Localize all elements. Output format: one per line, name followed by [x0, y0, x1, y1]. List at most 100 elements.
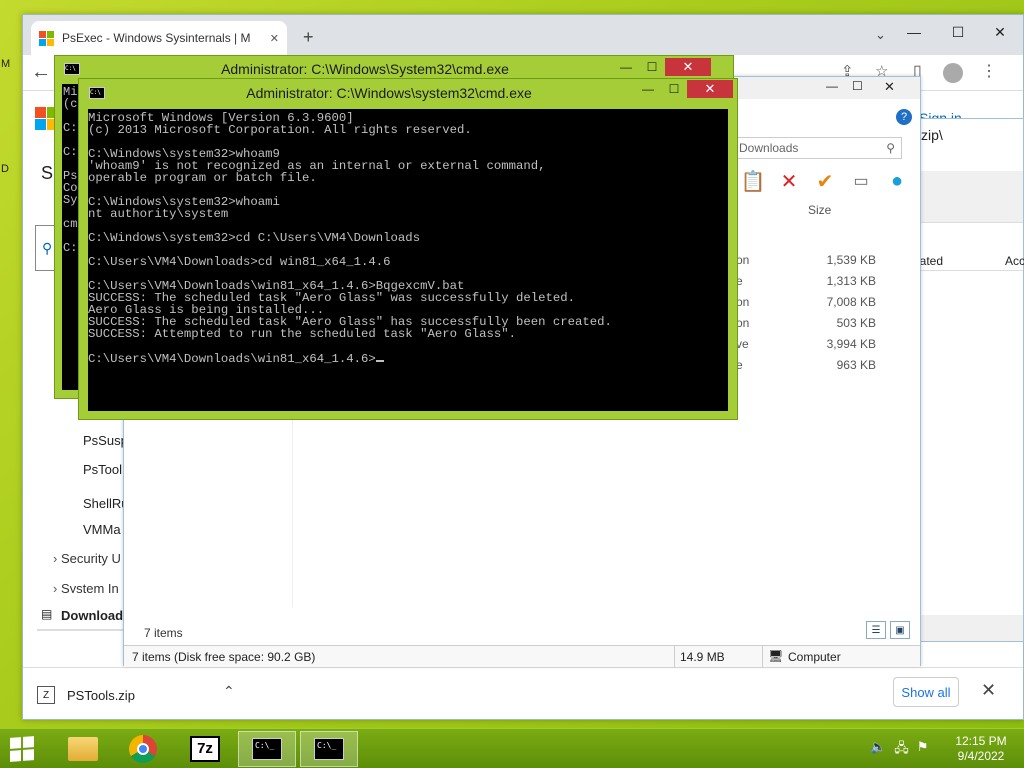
file-row[interactable]: on 7,008 KB: [736, 295, 876, 315]
taskbar-cmd-2[interactable]: C:\_: [300, 731, 358, 767]
column-date-accessed[interactable]: Acc: [1005, 254, 1024, 268]
network-icon[interactable]: 🖧: [894, 739, 909, 761]
action-center-icon[interactable]: ⚑: [917, 739, 929, 761]
file-row[interactable]: e 963 KB: [736, 358, 876, 378]
new-tab-button[interactable]: +: [303, 27, 314, 48]
toc-item-security-utilities[interactable]: › Security U: [53, 551, 121, 566]
show-all-button[interactable]: Show all: [893, 677, 959, 707]
large-icons-view-icon[interactable]: ▣: [890, 621, 910, 639]
taskbar-chrome[interactable]: [114, 731, 172, 767]
search-icon: ⚲: [886, 141, 895, 155]
clock[interactable]: 12:15 PM 9/4/2022: [945, 734, 1017, 764]
toc-item-vmmap[interactable]: VMMa: [83, 522, 121, 537]
maximize-button[interactable]: ☐: [639, 58, 665, 76]
taskbar: 7z C:\_ C:\_ 🔈 🖧 ⚑ 12:15 PM 9/4/2022: [0, 728, 1024, 768]
desktop-edge-d: D: [1, 163, 9, 175]
status-size: 14.9 MB: [680, 650, 725, 664]
file-size: 1,539 KB: [826, 253, 876, 267]
file-size: 503 KB: [836, 316, 876, 330]
toc-item-pstools[interactable]: PsTool: [83, 462, 122, 477]
cmd-icon: C:\: [64, 63, 80, 75]
clock-time: 12:15 PM: [955, 734, 1007, 748]
status-divider: [674, 646, 675, 668]
search-placeholder: h Downloads: [729, 141, 799, 155]
cmd-window-active[interactable]: C:\ Administrator: C:\Windows\system32\c…: [78, 78, 738, 420]
minimize-button[interactable]: —: [635, 80, 661, 98]
file-row[interactable]: on 1,539 KB: [736, 253, 876, 273]
chevron-right-icon: ›: [53, 581, 58, 593]
chrome-minimize-button[interactable]: —: [891, 15, 937, 49]
computer-icon: 🖥: [768, 649, 784, 663]
status-bar: [909, 615, 1023, 641]
checkmark-icon[interactable]: ✔: [811, 167, 839, 195]
toc-item-pssuspend[interactable]: PsSusp: [83, 433, 128, 448]
chrome-tab-bar: PsExec - Windows Sysinternals | M ✕ + ⌄ …: [23, 15, 1023, 55]
cmd-icon: C:\_: [314, 738, 344, 760]
browser-tab[interactable]: PsExec - Windows Sysinternals | M ✕: [31, 21, 287, 55]
close-button[interactable]: ✕: [687, 80, 733, 98]
tab-close-icon[interactable]: ✕: [270, 32, 279, 45]
taskbar-cmd-1[interactable]: C:\_: [238, 731, 296, 767]
minimize-button[interactable]: —: [826, 79, 838, 93]
toc-item-label: Security U: [60, 551, 121, 566]
details-view-icon[interactable]: ☰: [866, 621, 886, 639]
download-shelf: Z PSTools.zip ⌃ Show all ✕: [23, 667, 1023, 719]
file-row[interactable]: on 503 KB: [736, 316, 876, 336]
toc-item-shellrunas[interactable]: ShellRu: [83, 496, 129, 511]
file-size: 1,313 KB: [826, 274, 876, 288]
console-text: Microsoft Windows [Version 6.3.9600] (c)…: [88, 111, 612, 366]
file-row[interactable]: ve 3,994 KB: [736, 337, 876, 357]
ribbon-area: [909, 171, 1023, 223]
close-download-shelf-icon[interactable]: ✕: [981, 680, 996, 701]
chevron-up-icon[interactable]: ⌃: [223, 683, 235, 700]
download-filename: PSTools.zip: [67, 687, 135, 703]
status-divider: [762, 646, 763, 668]
status-location: Computer: [788, 650, 841, 664]
start-button-windows-icon[interactable]: [10, 736, 34, 762]
profile-avatar[interactable]: [943, 63, 963, 83]
cmd-console[interactable]: Microsoft Windows [Version 6.3.9600] (c)…: [88, 109, 728, 411]
status-items: 7 items (Disk free space: 90.2 GB): [132, 650, 316, 664]
help-icon[interactable]: ?: [896, 109, 912, 125]
chrome-close-button[interactable]: ✕: [977, 15, 1023, 49]
taskbar-7zip[interactable]: 7z: [176, 731, 234, 767]
system-tray: 🔈 🖧 ⚑: [870, 739, 928, 761]
search-input[interactable]: h Downloads ⚲: [724, 137, 902, 159]
cmd-icon: C:\_: [252, 738, 282, 760]
volume-muted-icon[interactable]: 🔈: [870, 739, 886, 761]
delete-icon[interactable]: ✕: [775, 167, 803, 195]
tab-search-icon[interactable]: ⌄: [875, 27, 886, 43]
paste-icon[interactable]: 📋: [739, 167, 767, 195]
chrome-maximize-button[interactable]: ☐: [935, 15, 981, 49]
download-item[interactable]: Z PSTools.zip: [37, 686, 135, 704]
maximize-button[interactable]: ☐: [661, 80, 687, 98]
file-type: on: [736, 316, 750, 330]
view-switcher: ☰ ▣: [866, 621, 910, 639]
file-size: 3,994 KB: [826, 337, 876, 351]
cmd-window-controls: — ☐ ✕: [613, 58, 711, 78]
file-size: 963 KB: [836, 358, 876, 372]
filter-icon: ⚲: [42, 240, 53, 256]
chrome-menu-icon[interactable]: ⋮: [981, 61, 997, 81]
maximize-button[interactable]: ☐: [852, 79, 863, 93]
rename-icon[interactable]: ▭: [847, 167, 875, 195]
file-type: on: [736, 253, 750, 267]
pane-divider: [292, 417, 293, 607]
back-arrow-icon[interactable]: ←: [31, 61, 51, 84]
console-text: Mi (c C: C: Ps Co Sy cm C:: [63, 85, 78, 255]
column-size[interactable]: Size: [808, 203, 831, 217]
chevron-right-icon: ›: [53, 551, 58, 566]
window-title-fragment: zip\: [921, 127, 943, 143]
toc-item-label: System In: [60, 581, 119, 593]
file-row[interactable]: e 1,313 KB: [736, 274, 876, 294]
taskbar-file-explorer[interactable]: [54, 731, 112, 767]
close-button[interactable]: ✕: [665, 58, 711, 76]
globe-icon[interactable]: ●: [883, 167, 911, 195]
download-pdf-label: Download: [61, 608, 124, 623]
close-button[interactable]: ✕: [884, 79, 895, 95]
document-icon: ▤: [41, 607, 53, 621]
toc-item-system-information[interactable]: › System In: [53, 581, 119, 593]
minimize-button[interactable]: —: [613, 58, 639, 76]
cmd-icon: C:\: [89, 87, 105, 99]
chrome-icon: [129, 735, 157, 763]
